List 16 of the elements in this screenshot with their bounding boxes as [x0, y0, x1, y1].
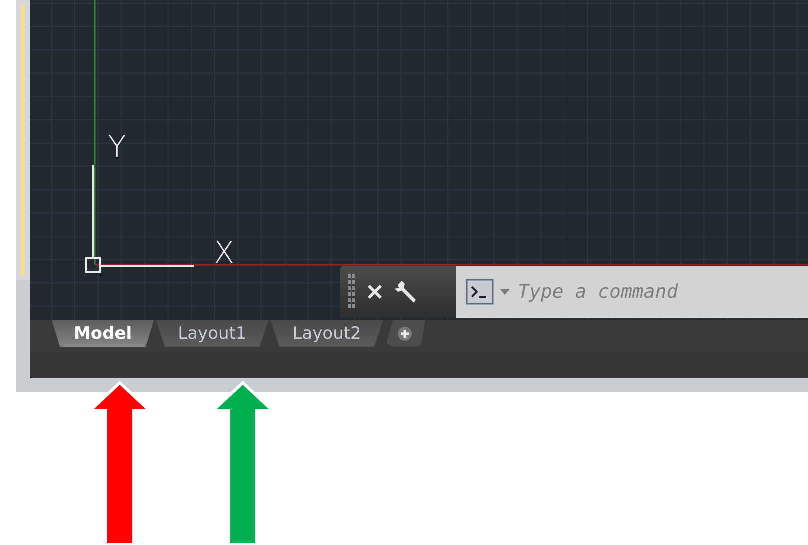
- grip-icon[interactable]: [348, 274, 356, 310]
- caret-icon[interactable]: [500, 288, 510, 296]
- command-line-handle[interactable]: [340, 266, 456, 318]
- layout-tab[interactable]: Model: [52, 320, 154, 347]
- prompt-icon[interactable]: [466, 279, 494, 305]
- close-icon[interactable]: [366, 283, 384, 301]
- axis-label: Y: [108, 130, 126, 165]
- ucs-icon: [85, 165, 194, 273]
- plus-icon: [398, 326, 412, 340]
- add-tab-button[interactable]: [385, 320, 426, 347]
- axis-label: X: [214, 236, 235, 271]
- drawing-canvas[interactable]: Y X Type a command: [30, 0, 808, 320]
- command-input[interactable]: Type a command: [516, 280, 808, 304]
- layout-tab[interactable]: Layout1: [156, 320, 269, 347]
- layout-tab[interactable]: Layout2: [270, 320, 384, 347]
- command-field[interactable]: Type a command: [456, 266, 808, 318]
